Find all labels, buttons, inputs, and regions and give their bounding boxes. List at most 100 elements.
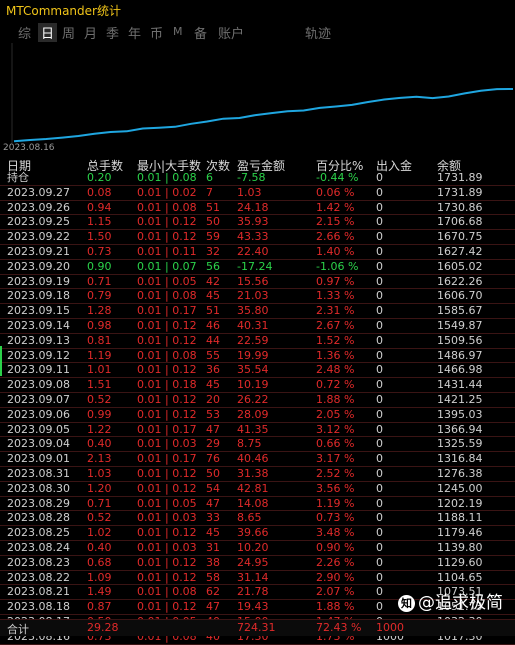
cell-pct: 3.48 %	[316, 526, 355, 540]
cell-inout: 0	[376, 555, 383, 569]
table-row[interactable]: 2023.09.27 0.08 0.01 | 0.02 7 1.03 0.06 % 0 173…	[0, 186, 515, 201]
cell-minmax: 0.01 | 0.08	[137, 171, 197, 184]
cell-pct: 1.19 %	[316, 496, 355, 510]
table-row[interactable]: 2023.09.11 1.01 0.01 | 0.12 36 35.54 2.48 % 0 1…	[0, 363, 515, 379]
cell-inout: 0	[376, 570, 383, 584]
cell-pct: 0.73 %	[316, 511, 355, 525]
cell-pct: 1.40 %	[316, 244, 355, 258]
cell-inout: 0	[376, 289, 383, 303]
cell-pct: 0.06 %	[316, 185, 355, 199]
table-row[interactable]: 2023.09.13 0.81 0.01 | 0.12 44 22.59 1.52 % 0 1…	[0, 334, 515, 349]
table-row[interactable]: 2023.08.30 1.20 0.01 | 0.12 54 42.81 3.56 % 0 1…	[0, 482, 515, 497]
total-row: 合计 29.28 724.31 72.43 % 1000	[0, 619, 515, 636]
cell-date: 2023.08.30	[7, 481, 70, 495]
cell-pnl: 28.09	[237, 407, 269, 421]
cell-pct: -1.06 %	[316, 259, 359, 273]
table-row[interactable]: 2023.09.14 0.98 0.01 | 0.12 46 40.31 2.67 % 0 1…	[0, 319, 515, 334]
table-row[interactable]: 2023.09.21 0.73 0.01 | 0.11 32 22.40 1.40 % 0 1…	[0, 245, 515, 260]
tab-currency[interactable]: 币	[150, 23, 163, 42]
tab-note[interactable]: 备	[194, 23, 207, 42]
cell-pnl: 43.33	[237, 230, 269, 244]
tab-week[interactable]: 周	[62, 23, 75, 42]
table-row[interactable]: 2023.08.31 1.03 0.01 | 0.12 50 31.38 2.52 % 0 1…	[0, 467, 515, 482]
cell-lots: 1.01	[87, 363, 112, 377]
table-row[interactable]: 2023.08.22 1.09 0.01 | 0.12 58 31.14 2.90 % 0 1…	[0, 571, 515, 586]
cell-date: 2023.09.14	[7, 318, 70, 332]
table-row[interactable]: 2023.09.25 1.15 0.01 | 0.12 50 35.93 2.15 % 0 1…	[0, 215, 515, 231]
table-row[interactable]: 2023.08.23 0.68 0.01 | 0.12 38 24.95 2.26 % 0 1…	[0, 556, 515, 571]
cell-minmax: 0.01 | 0.05	[137, 274, 197, 288]
tab-account[interactable]: 账户	[218, 23, 244, 42]
cell-minmax: 0.01 | 0.18	[137, 378, 197, 392]
cell-pnl: 26.22	[237, 392, 269, 406]
table-row[interactable]: 2023.09.01 2.13 0.01 | 0.17 76 40.46 3.17 % 0 1…	[0, 452, 515, 467]
cell-count: 59	[206, 230, 220, 244]
cell-count: 44	[206, 333, 220, 347]
cell-count: 51	[206, 200, 220, 214]
cell-pnl: 19.99	[237, 348, 269, 362]
cell-lots: 1.51	[87, 378, 112, 392]
table-row[interactable]: 2023.08.25 1.02 0.01 | 0.12 45 39.66 3.48 % 0 1…	[0, 526, 515, 541]
tab-year[interactable]: 年	[128, 23, 141, 42]
cell-count: 32	[206, 244, 220, 258]
table-row[interactable]: 2023.09.22 1.50 0.01 | 0.12 59 43.33 2.66 % 0 1…	[0, 230, 515, 245]
tab-month[interactable]: 月	[84, 23, 97, 42]
cell-pnl: 8.75	[237, 437, 262, 451]
cell-minmax: 0.01 | 0.03	[137, 437, 197, 451]
cell-pct: 3.17 %	[316, 452, 355, 466]
cell-pnl: 35.54	[237, 363, 269, 377]
table-row[interactable]: 2023.09.06 0.99 0.01 | 0.12 53 28.09 2.05 % 0 1…	[0, 408, 515, 423]
cell-date: 2023.08.22	[7, 570, 70, 584]
cell-lots: 0.20	[87, 171, 112, 184]
tab-quarter[interactable]: 季	[106, 23, 119, 42]
cell-balance: 1549.87	[437, 318, 483, 332]
cell-lots: 0.98	[87, 318, 112, 332]
table-row[interactable]: 2023.08.29 0.71 0.01 | 0.05 47 14.08 1.19 % 0 1…	[0, 497, 515, 512]
cell-minmax: 0.01 | 0.12	[137, 333, 197, 347]
cell-balance: 1421.25	[437, 392, 483, 406]
table-row[interactable]: 2023.09.04 0.40 0.01 | 0.03 29 8.75 0.66 % 0 13…	[0, 437, 515, 453]
table-row[interactable]: 2023.09.19 0.71 0.01 | 0.05 42 15.56 0.97 % 0 1…	[0, 275, 515, 290]
table-row[interactable]: 2023.09.05 1.22 0.01 | 0.17 47 41.35 3.12 % 0 1…	[0, 423, 515, 438]
cell-pnl: 21.03	[237, 289, 269, 303]
cell-inout: 0	[376, 422, 383, 436]
table-row[interactable]: 2023.09.07 0.52 0.01 | 0.12 20 26.22 1.88 % 0 1…	[0, 393, 515, 408]
tab-day[interactable]: 日	[38, 23, 58, 42]
cell-count: 56	[206, 259, 220, 273]
table-row[interactable]: 2023.08.24 0.40 0.01 | 0.03 31 10.20 0.90 % 0 1…	[0, 541, 515, 556]
cell-balance: 1731.89	[437, 185, 483, 199]
tab-trace[interactable]: 轨迹	[305, 23, 331, 42]
cell-pnl: 42.81	[237, 481, 269, 495]
cell-inout: 0	[376, 481, 383, 495]
cell-pct: 2.26 %	[316, 555, 355, 569]
cell-count: 6	[206, 171, 213, 184]
table-row[interactable]: 2023.09.08 1.51 0.01 | 0.18 45 10.19 0.72 % 0 1…	[0, 378, 515, 393]
cell-minmax: 0.01 | 0.12	[137, 318, 197, 332]
cell-balance: 1730.86	[437, 200, 483, 214]
cell-date: 2023.08.25	[7, 526, 70, 540]
cell-inout: 0	[376, 185, 383, 199]
table-row[interactable]: 2023.09.18 0.79 0.01 | 0.08 45 21.03 1.33 % 0 1…	[0, 289, 515, 305]
cell-pnl: -17.24	[237, 259, 273, 273]
cell-pnl: 1.03	[237, 185, 262, 199]
cell-date: 2023.09.06	[7, 407, 70, 421]
cell-date: 2023.09.04	[7, 437, 70, 451]
tab-m[interactable]: M	[173, 25, 183, 38]
cell-balance: 1706.68	[437, 215, 483, 229]
table-row[interactable]: 2023.09.20 0.90 0.01 | 0.07 56 -17.24 -1.06 %…	[0, 260, 515, 275]
table-row[interactable]: 2023.09.15 1.28 0.01 | 0.17 51 35.80 2.31 % 0 1…	[0, 304, 515, 319]
tab-overview[interactable]: 综	[18, 23, 31, 42]
row-selection-marker	[0, 346, 2, 376]
cell-date: 2023.09.15	[7, 304, 70, 318]
holding-row[interactable]: 持仓 0.20 0.01 | 0.08 6 -7.58 -0.44 % 0 17…	[0, 171, 515, 186]
cell-lots: 1.03	[87, 466, 112, 480]
table-row[interactable]: 2023.09.26 0.94 0.01 | 0.08 51 24.18 1.42 % 0 1…	[0, 201, 515, 216]
cell-pct: 1.42 %	[316, 200, 355, 214]
total-pct: 72.43 %	[316, 621, 362, 634]
cell-date: 2023.08.21	[7, 585, 70, 599]
table-row[interactable]: 2023.09.12 1.19 0.01 | 0.08 55 19.99 1.36 % 0 1…	[0, 349, 515, 364]
cell-lots: 0.90	[87, 259, 112, 273]
cell-minmax: 0.01 | 0.17	[137, 422, 197, 436]
cell-count: 33	[206, 511, 220, 525]
table-row[interactable]: 2023.08.28 0.52 0.01 | 0.03 33 8.65 0.73 % 0 11…	[0, 511, 515, 527]
